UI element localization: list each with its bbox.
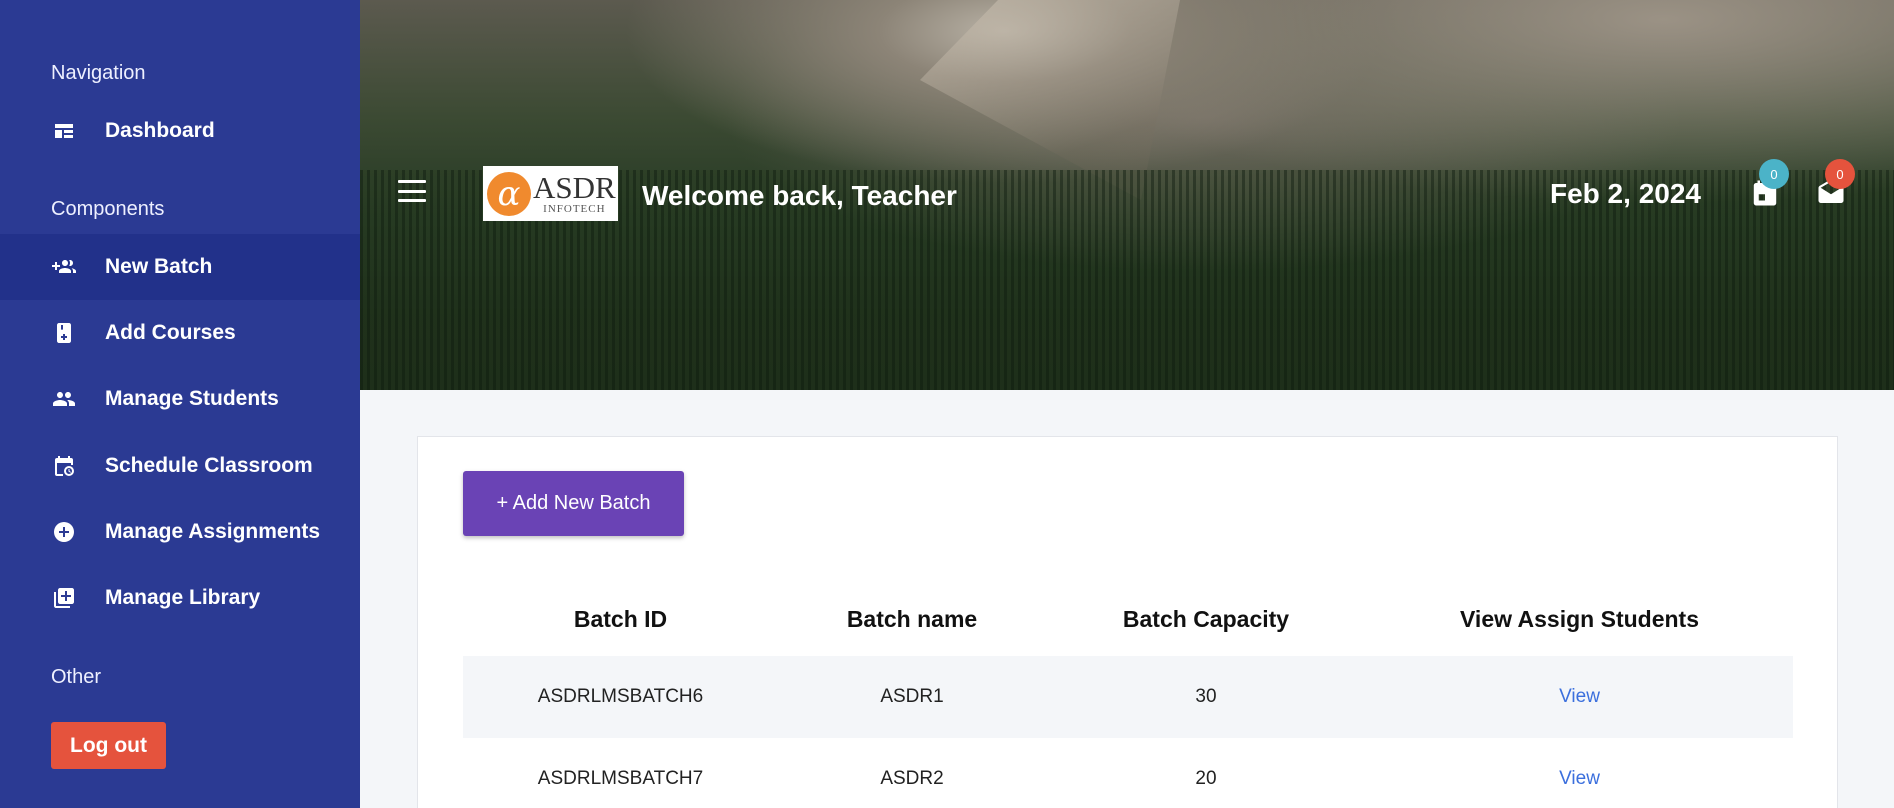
mail-badge: 0	[1825, 159, 1855, 189]
column-header-view-assign-students: View Assign Students	[1460, 605, 1699, 632]
section-label-navigation: Navigation	[51, 62, 146, 84]
logo-main-text: ASDR	[533, 169, 616, 205]
table-row: ASDRLMSBATCH6 ASDR1 30 View	[463, 656, 1793, 738]
sidebar-item-label: Schedule Classroom	[105, 454, 313, 477]
logo-symbol: α	[487, 171, 531, 216]
batch-table: Batch ID Batch name Batch Capacity View …	[463, 582, 1793, 808]
sidebar-item-schedule-classroom[interactable]: Schedule Classroom	[0, 433, 360, 499]
sidebar: Navigation Dashboard Components New Batc…	[0, 0, 360, 808]
table-header: Batch ID Batch name Batch Capacity View …	[463, 582, 1793, 656]
calendar-badge: 0	[1759, 159, 1789, 189]
sidebar-item-dashboard[interactable]: Dashboard	[0, 98, 360, 164]
sidebar-item-label: Manage Students	[105, 387, 279, 410]
sidebar-item-label: New Batch	[105, 255, 213, 278]
current-date: Feb 2, 2024	[1550, 178, 1701, 209]
column-header-batch-capacity: Batch Capacity	[1122, 605, 1290, 632]
sidebar-item-manage-library[interactable]: Manage Library	[0, 565, 360, 631]
logout-button[interactable]: Log out	[51, 722, 166, 769]
sidebar-item-manage-students[interactable]: Manage Students	[0, 366, 360, 432]
cell-batch-id: ASDRLMSBATCH7	[537, 768, 704, 789]
section-label-other: Other	[51, 666, 102, 688]
sidebar-item-new-batch[interactable]: New Batch	[0, 234, 360, 300]
sidebar-item-add-courses[interactable]: Add Courses	[0, 300, 360, 366]
sidebar-item-manage-assignments[interactable]: Manage Assignments	[0, 499, 360, 565]
column-header-batch-name: Batch name	[846, 605, 978, 632]
sidebar-item-label: Manage Assignments	[105, 520, 321, 543]
cell-batch-id: ASDRLMSBATCH6	[537, 686, 704, 707]
cell-batch-capacity: 20	[1195, 768, 1217, 789]
company-logo: α ASDR INFOTECH	[483, 166, 618, 221]
view-students-link[interactable]: View	[1366, 768, 1793, 790]
calendar-clock-icon	[52, 454, 76, 478]
add-new-batch-button[interactable]: + Add New Batch	[463, 471, 684, 536]
sidebar-item-label: Manage Library	[105, 586, 261, 609]
table-row: ASDRLMSBATCH7 ASDR2 20 View	[463, 738, 1793, 808]
library-add-icon	[52, 586, 76, 610]
welcome-message: Welcome back, Teacher	[642, 180, 957, 211]
sidebar-item-label: Add Courses	[105, 321, 236, 344]
cell-batch-name: ASDR1	[880, 686, 944, 707]
dashboard-icon	[52, 119, 76, 143]
plus-circle-icon	[52, 520, 76, 544]
sidebar-item-label: Dashboard	[105, 119, 215, 142]
column-header-batch-id: Batch ID	[573, 605, 668, 632]
book-add-icon	[52, 321, 76, 345]
logo-sub-text: INFOTECH	[543, 202, 606, 215]
section-label-components: Components	[51, 198, 165, 220]
menu-toggle-icon[interactable]	[398, 180, 426, 202]
group-add-icon	[52, 255, 76, 279]
cell-batch-name: ASDR2	[880, 768, 944, 789]
people-icon	[52, 387, 76, 411]
view-students-link[interactable]: View	[1366, 686, 1793, 708]
cell-batch-capacity: 30	[1195, 686, 1217, 707]
